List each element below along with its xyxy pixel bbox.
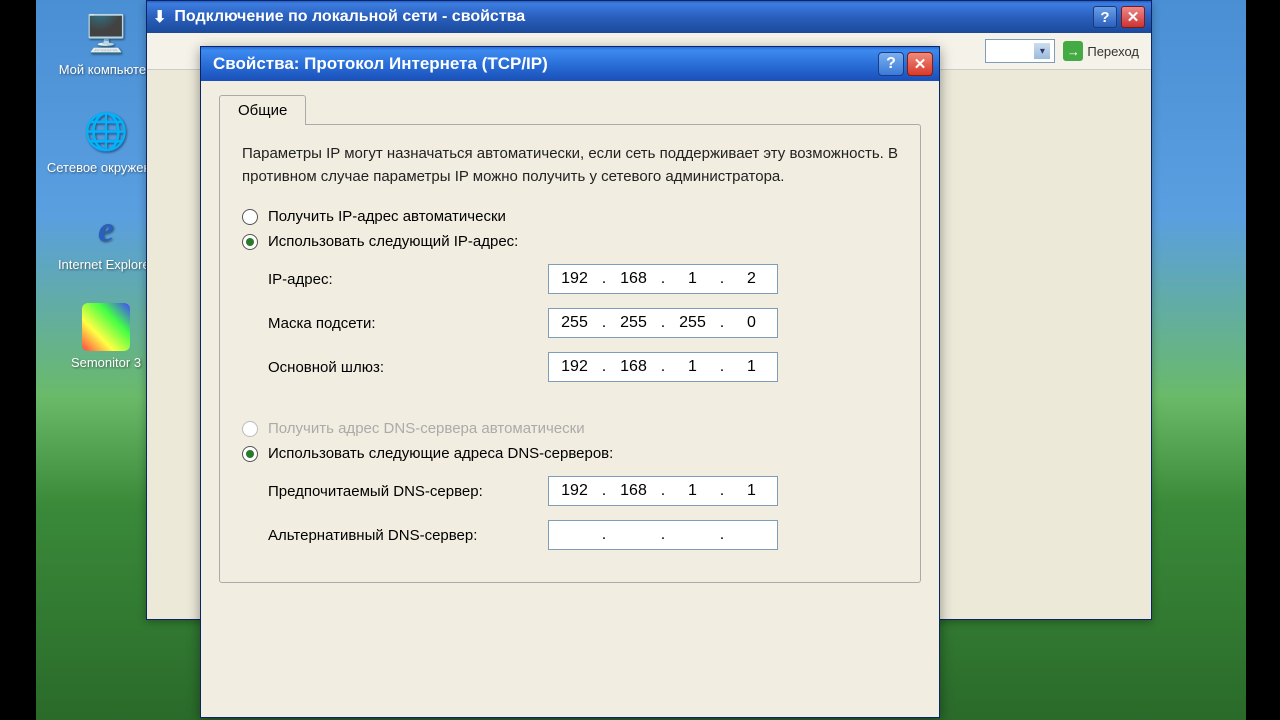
radio-selected-icon: [242, 234, 258, 250]
back-title: Подключение по локальной сети - свойства: [174, 8, 1089, 26]
dns1-input[interactable]: 192. 168. 1. 1: [548, 476, 778, 506]
chevron-down-icon: ▾: [1034, 43, 1050, 59]
app-icon: [82, 303, 130, 351]
ip-label: IP-адрес:: [268, 271, 548, 288]
address-dropdown[interactable]: ▾: [985, 39, 1055, 63]
back-close-button[interactable]: ✕: [1121, 6, 1145, 28]
gateway-input[interactable]: 192. 168. 1. 1: [548, 352, 778, 382]
dns2-label: Альтернативный DNS-сервер:: [268, 527, 548, 544]
tab-general[interactable]: Общие: [219, 95, 306, 125]
radio-disabled-icon: [242, 421, 258, 437]
network-icon: 🌐: [82, 108, 130, 156]
dns-group: Получить адрес DNS-сервера автоматически…: [242, 420, 898, 550]
dialog-close-button[interactable]: ✕: [907, 52, 933, 76]
mask-label: Маска подсети:: [268, 315, 548, 332]
dialog-help-button[interactable]: ?: [878, 52, 904, 76]
back-titlebar[interactable]: ⬇ Подключение по локальной сети - свойст…: [147, 1, 1151, 33]
tcpip-dialog: Свойства: Протокол Интернета (TCP/IP) ? …: [200, 46, 940, 718]
radio-dns-auto: Получить адрес DNS-сервера автоматически: [242, 420, 898, 437]
desktop: 🖥️ Мой компьютер 🌐 Сетевое окружение e I…: [36, 0, 1246, 720]
tab-body: Параметры IP могут назначаться автоматич…: [219, 124, 921, 583]
go-button[interactable]: → Переход: [1063, 39, 1139, 63]
subnet-mask-input[interactable]: 255. 255. 255. 0: [548, 308, 778, 338]
arrow-right-icon: →: [1063, 41, 1083, 61]
window-icon: ⬇: [153, 7, 166, 27]
dns1-label: Предпочитаемый DNS-сервер:: [268, 483, 548, 500]
back-help-button[interactable]: ?: [1093, 6, 1117, 28]
ip-address-input[interactable]: 192. 168. 1. 2: [548, 264, 778, 294]
radio-ip-manual[interactable]: Использовать следующий IP-адрес:: [242, 233, 898, 250]
radio-ip-auto[interactable]: Получить IP-адрес автоматически: [242, 208, 898, 225]
dialog-title: Свойства: Протокол Интернета (TCP/IP): [207, 54, 875, 74]
ip-group: Получить IP-адрес автоматически Использо…: [242, 208, 898, 406]
intro-text: Параметры IP могут назначаться автоматич…: [242, 143, 898, 188]
dialog-titlebar[interactable]: Свойства: Протокол Интернета (TCP/IP) ? …: [201, 47, 939, 81]
dns2-input[interactable]: . . .: [548, 520, 778, 550]
ie-icon: e: [82, 205, 130, 253]
radio-selected-icon: [242, 446, 258, 462]
gateway-label: Основной шлюз:: [268, 359, 548, 376]
radio-icon: [242, 209, 258, 225]
radio-dns-manual[interactable]: Использовать следующие адреса DNS-сервер…: [242, 445, 898, 462]
computer-icon: 🖥️: [82, 10, 130, 58]
